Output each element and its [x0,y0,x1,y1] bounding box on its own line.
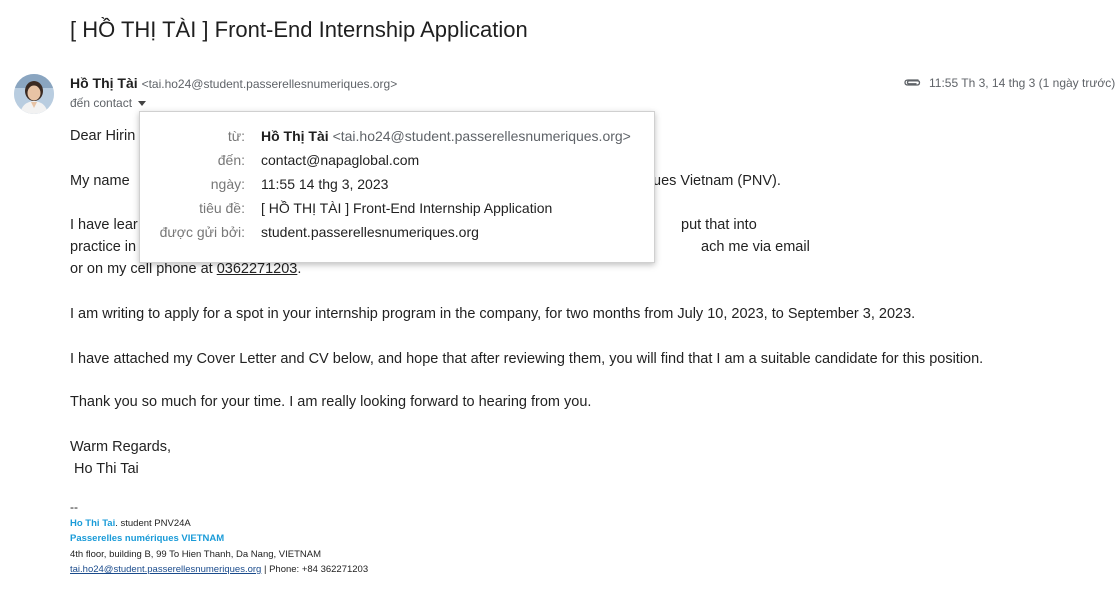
recipient-label: đến contact [70,96,133,110]
signature-phone: | Phone: +84 362271203 [261,564,369,575]
body-para-apply: I am writing to apply for a spot in your… [70,306,916,322]
details-to-label: đến: [217,152,245,168]
details-from-name: Hồ Thị Tài [261,128,329,144]
details-row-from: từ: Hồ Thị Tài <tai.ho24@student.passere… [140,128,654,148]
signature-name: Ho Thi Tai [70,517,116,529]
body-para-thanks: Thank you so much for your time. I am re… [70,394,592,410]
email-view: [ HỒ THỊ TÀI ] Front-End Internship Appl… [0,0,1119,590]
signature-role: . student PNV24A [115,517,191,529]
body-closing: Warm Regards, [70,439,171,455]
signature-address: 4th floor, building B, 99 To Hien Thanh,… [70,548,322,560]
body-closing-name: Ho Thi Tai [74,461,139,477]
email-date: 11:55 Th 3, 14 thg 3 (1 ngày trước) [929,76,1116,90]
body-line-practice-end: ach me via email [701,239,810,255]
chevron-down-icon[interactable] [138,100,147,106]
email-subject: [ HỒ THỊ TÀI ] Front-End Internship Appl… [70,17,528,42]
sender-line: Hồ Thị Tài <tai.ho24@student.passerelles… [70,75,397,91]
details-subject-label: tiêu đề: [199,200,245,216]
details-date-value: 11:55 14 thg 3, 2023 [261,176,389,192]
body-line-learn: I have lear [70,217,138,233]
body-line-name: My name [70,173,130,189]
email-signature: -- Ho Thi Tai. student PNV24A Passerelle… [70,500,368,578]
details-row-date: ngày: 11:55 14 thg 3, 2023 [140,176,654,196]
signature-name-line: Ho Thi Tai. student PNV24A [70,516,368,532]
details-date-label: ngày: [210,176,245,192]
sender-name[interactable]: Hồ Thị Tài [70,75,138,91]
body-line-practice: practice in [70,239,137,255]
body-line-name-end: ues Vietnam (PNV). [653,173,781,189]
phone-link[interactable]: 0362271203 [217,261,298,277]
body-para-attached: I have attached my Cover Letter and CV b… [70,351,984,367]
phone-suffix: . [297,261,302,277]
phone-prefix: or on my cell phone at [70,261,217,277]
signature-org: Passerelles numériques VIETNAM [70,533,225,544]
body-greeting: Dear Hirin [70,128,136,144]
sender-email: <tai.ho24@student.passerellesnumeriques.… [141,77,398,91]
signature-contact-line: tai.ho24@student.passerellesnumeriques.o… [70,562,368,578]
sender-avatar[interactable] [14,74,54,114]
message-details-popup: từ: Hồ Thị Tài <tai.ho24@student.passere… [139,111,655,263]
details-mailed-by-value: student.passerellesnumeriques.org [261,224,479,240]
details-row-mailed-by: được gửi bởi: student.passerellesnumeriq… [140,224,654,244]
details-to-value: contact@napaglobal.com [261,152,420,168]
email-meta: 11:55 Th 3, 14 thg 3 (1 ngày trước) [903,76,1115,90]
details-from-label: từ: [227,128,245,144]
body-line-learn-end: put that into [681,217,757,233]
recipient-line: đến contact [70,96,147,110]
paperclip-icon [903,76,921,90]
details-subject-value: [ HỒ THỊ TÀI ] Front-End Internship Appl… [261,200,553,216]
details-mailed-by-label: được gửi bởi: [159,224,245,240]
details-row-subject: tiêu đề: [ HỒ THỊ TÀI ] Front-End Intern… [140,200,654,220]
details-from-email: <tai.ho24@student.passerellesnumeriques.… [332,128,631,144]
details-from-value: Hồ Thị Tài <tai.ho24@student.passerelles… [261,128,631,144]
signature-email-link[interactable]: tai.ho24@student.passerellesnumeriques.o… [70,564,261,575]
signature-separator: -- [70,500,78,514]
details-row-to: đến: contact@napaglobal.com [140,152,654,172]
